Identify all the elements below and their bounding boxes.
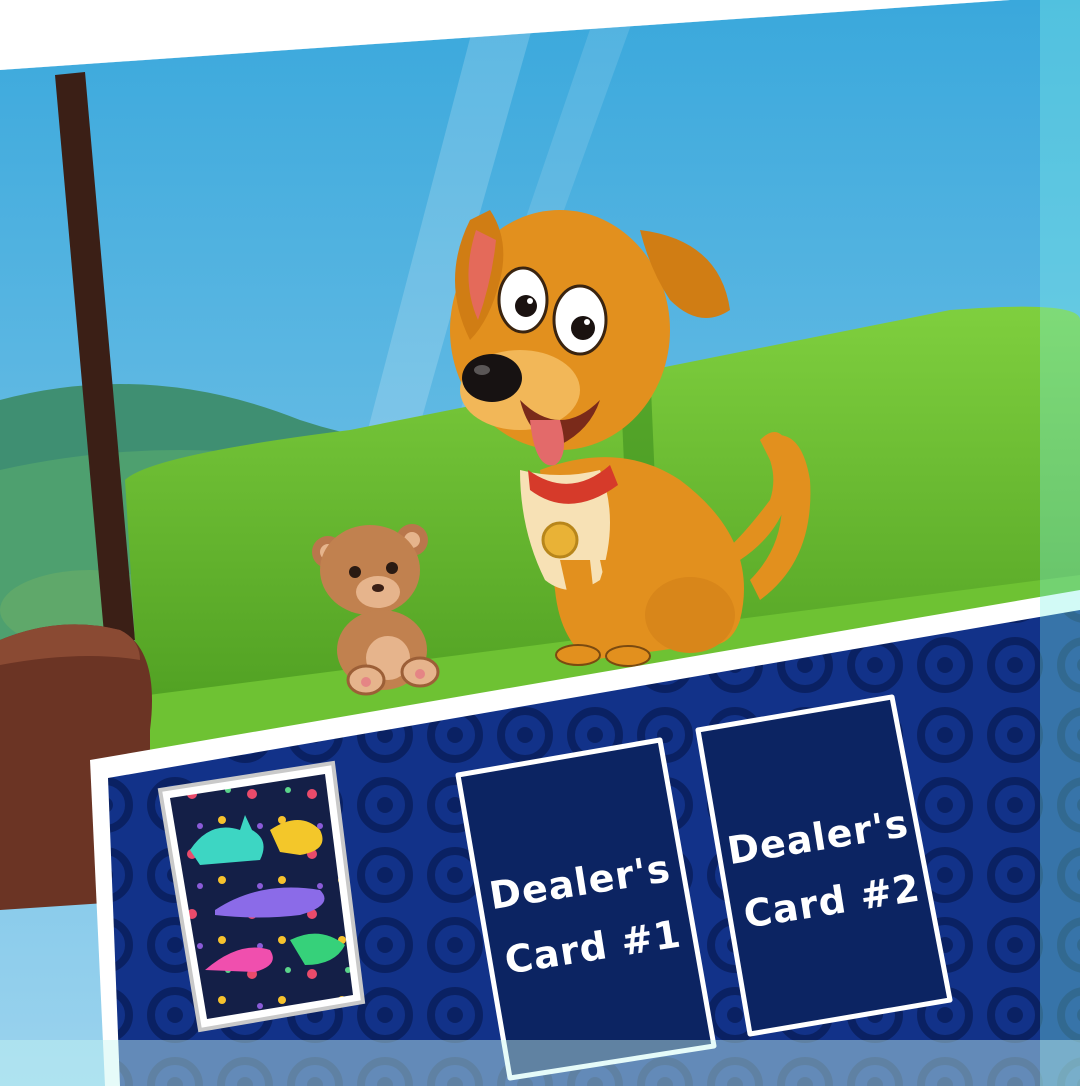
game-scene: Dealer's Card #1 Dealer's Card #2 bbox=[0, 0, 1080, 1086]
game-screen: Dealer's Card #1 Dealer's Card #2 bbox=[0, 0, 1080, 1086]
